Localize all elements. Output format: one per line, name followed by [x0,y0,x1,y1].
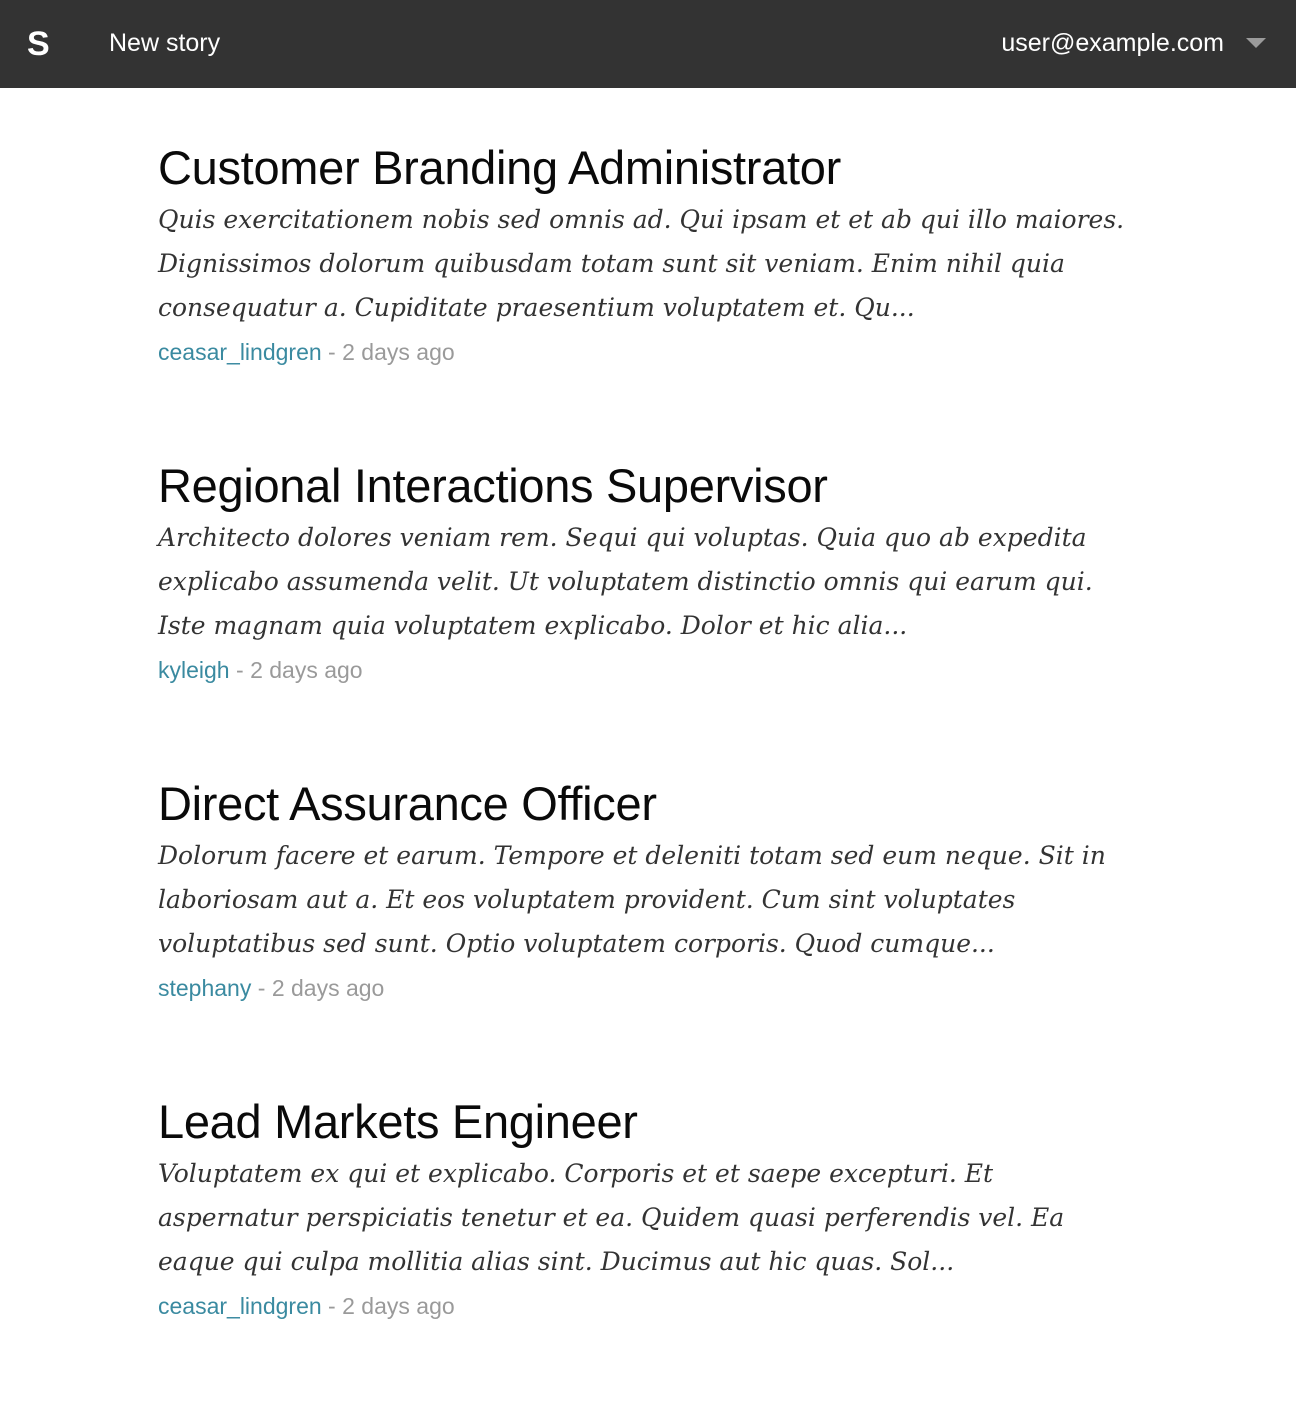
user-email[interactable]: user@example.com [1001,26,1224,60]
chevron-down-icon[interactable] [1246,38,1266,48]
story-title[interactable]: Customer Branding Administrator [158,138,1138,198]
story-list: Customer Branding Administrator Quis exe… [158,138,1138,1410]
user-menu[interactable]: user@example.com [1001,26,1266,60]
story-title[interactable]: Regional Interactions Supervisor [158,456,1138,516]
meta-separator: - [251,975,272,1001]
story-excerpt: Quis exercitationem nobis sed omnis ad. … [158,205,1125,322]
story-card: Regional Interactions Supervisor Archite… [158,456,1138,774]
story-author-link[interactable]: kyleigh [158,657,230,683]
story-author-link[interactable]: ceasar_lindgren [158,1293,322,1319]
story-meta: ceasar_lindgren - 2 days ago [158,1288,1138,1324]
new-story-link[interactable]: New story [109,26,220,60]
story-excerpt: Architecto dolores veniam rem. Sequi qui… [158,523,1093,640]
story-title[interactable]: Lead Markets Engineer [158,1092,1138,1152]
story-excerpt: Dolorum facere et earum. Tempore et dele… [158,841,1106,958]
meta-separator: - [321,1293,343,1319]
story-card: Customer Branding Administrator Quis exe… [158,138,1138,456]
story-author-link[interactable]: stephany [158,975,251,1001]
story-author-link[interactable]: ceasar_lindgren [158,339,322,365]
story-timestamp: 2 days ago [271,975,385,1001]
meta-separator: - [229,657,251,683]
meta-separator: - [321,339,343,365]
story-timestamp: 2 days ago [342,339,455,365]
story-card: Direct Assurance Officer Dolorum facere … [158,774,1138,1092]
story-excerpt: Voluptatem ex qui et explicabo. Corporis… [158,1159,1065,1276]
top-navbar: S New story user@example.com [0,0,1296,88]
story-card: Lead Markets Engineer Voluptatem ex qui … [158,1092,1138,1410]
logo[interactable]: S [27,22,50,66]
story-meta: kyleigh - 2 days ago [158,652,1138,688]
story-timestamp: 2 days ago [250,657,363,683]
story-title[interactable]: Direct Assurance Officer [158,774,1138,834]
story-meta: ceasar_lindgren - 2 days ago [158,334,1138,370]
story-meta: stephany - 2 days ago [158,970,1138,1006]
story-timestamp: 2 days ago [342,1293,455,1319]
